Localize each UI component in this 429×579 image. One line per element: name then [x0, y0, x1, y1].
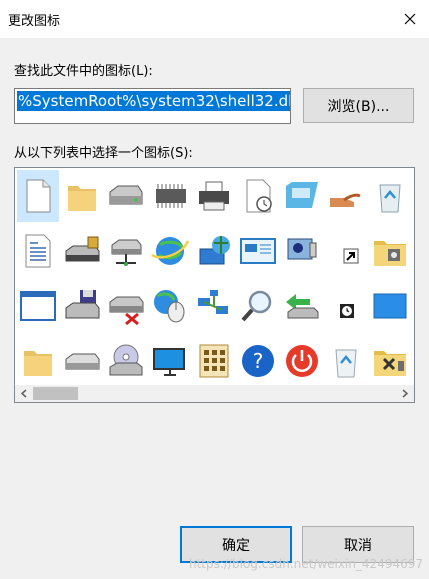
icon-list-item[interactable]	[193, 170, 235, 222]
download-arrow-icon	[286, 294, 319, 319]
icon-list-item[interactable]	[105, 225, 147, 277]
hard-drive-icon	[109, 185, 143, 205]
icon-list-item[interactable]	[149, 225, 191, 277]
internet-globe-icon	[151, 237, 190, 265]
icon-list-item[interactable]	[61, 170, 103, 222]
sharing-hand-icon	[330, 193, 361, 207]
chevron-left-icon	[20, 389, 27, 398]
icon-list-item[interactable]	[369, 225, 411, 277]
chevron-right-icon	[402, 389, 409, 398]
folder-icon	[68, 186, 96, 211]
icon-list-item[interactable]	[17, 225, 59, 277]
icon-list-item[interactable]	[369, 170, 411, 222]
icon-list-item[interactable]	[193, 225, 235, 277]
icon-list-item[interactable]	[281, 280, 323, 332]
icon-list-item[interactable]	[281, 170, 323, 222]
icon-list-item[interactable]	[105, 280, 147, 332]
search-icon	[241, 290, 272, 322]
folder-icon	[24, 351, 52, 376]
media-window-icon	[287, 238, 317, 260]
icon-list-item[interactable]	[369, 280, 411, 332]
icon-list-item[interactable]	[61, 280, 103, 332]
icon-list-item[interactable]	[17, 280, 59, 332]
scroll-thumb[interactable]	[33, 387, 78, 400]
shortcut-arrow-icon	[343, 248, 359, 264]
text-document-icon	[25, 234, 51, 268]
horizontal-scrollbar[interactable]	[15, 385, 414, 402]
disconnected-drive-icon	[109, 296, 144, 326]
mouse-globe-icon	[154, 290, 185, 323]
icon-list-item[interactable]	[193, 335, 235, 387]
icon-list[interactable]: ?	[14, 167, 415, 403]
icon-list-item[interactable]: ?	[237, 335, 279, 387]
icon-list-item[interactable]	[325, 280, 367, 332]
drive-lock-icon	[65, 236, 100, 262]
cd-drive-icon	[109, 344, 143, 376]
network-globe-icon	[199, 236, 230, 265]
calculator-icon	[199, 344, 229, 378]
recycle-bin-empty-icon	[335, 349, 357, 378]
watermark: https://blog.csdn.net/weixin_42494697	[188, 557, 423, 571]
network-drive-icon	[111, 239, 142, 266]
icon-list-item[interactable]	[281, 225, 323, 277]
icon-list-item[interactable]	[149, 335, 191, 387]
icon-list-item[interactable]	[237, 280, 279, 332]
floppy-icon	[65, 290, 100, 319]
recycle-bin-icon	[379, 184, 401, 213]
icon-list-item[interactable]	[325, 225, 367, 277]
icon-list-item[interactable]	[105, 170, 147, 222]
blank-document-icon	[26, 179, 51, 213]
monitor-icon	[153, 348, 185, 376]
icon-list-item[interactable]	[325, 170, 367, 222]
icon-list-item[interactable]	[17, 170, 59, 222]
icon-list-item[interactable]	[149, 170, 191, 222]
memory-chip-icon	[156, 184, 186, 208]
desktop-window-icon	[240, 238, 276, 264]
svg-text:?: ?	[253, 349, 264, 373]
scroll-right-button[interactable]	[397, 385, 414, 402]
find-label: 查找此文件中的图标(L):	[14, 64, 153, 79]
icon-list-item[interactable]	[237, 225, 279, 277]
blue-window-icon	[373, 293, 407, 319]
icon-list-item[interactable]	[369, 335, 411, 387]
path-input-value: %SystemRoot%\system32\shell32.dll	[17, 91, 290, 111]
icon-list-item[interactable]	[61, 335, 103, 387]
printer-icon	[199, 181, 229, 211]
scroll-left-button[interactable]	[15, 385, 32, 402]
clock-icon	[332, 292, 360, 318]
path-input[interactable]: %SystemRoot%\system32\shell32.dll	[14, 88, 291, 124]
network-window-icon	[286, 182, 318, 208]
select-label: 从以下列表中选择一个图标(S):	[14, 146, 193, 161]
icon-list-item[interactable]	[149, 280, 191, 332]
close-button[interactable]	[391, 0, 429, 38]
icon-list-item[interactable]	[237, 170, 279, 222]
icon-list-item[interactable]	[61, 225, 103, 277]
network-nodes-icon	[198, 290, 228, 314]
icon-list-item[interactable]	[193, 280, 235, 332]
dialog-title: 更改图标	[8, 14, 61, 29]
title-bar: 更改图标	[0, 0, 429, 38]
icon-list-item[interactable]	[17, 335, 59, 387]
folder-settings-icon	[374, 241, 406, 266]
icon-list-item[interactable]	[105, 335, 147, 387]
document-clock-icon	[246, 179, 272, 213]
close-icon	[404, 13, 416, 25]
browse-button[interactable]: 浏览(B)...	[303, 88, 414, 123]
help-icon: ?	[242, 345, 274, 377]
drive-icon	[65, 353, 100, 370]
window-icon	[20, 291, 56, 321]
icon-list-item[interactable]	[281, 335, 323, 387]
folder-tools-icon	[374, 351, 406, 376]
power-icon	[286, 345, 318, 377]
icon-list-item[interactable]	[325, 335, 367, 387]
